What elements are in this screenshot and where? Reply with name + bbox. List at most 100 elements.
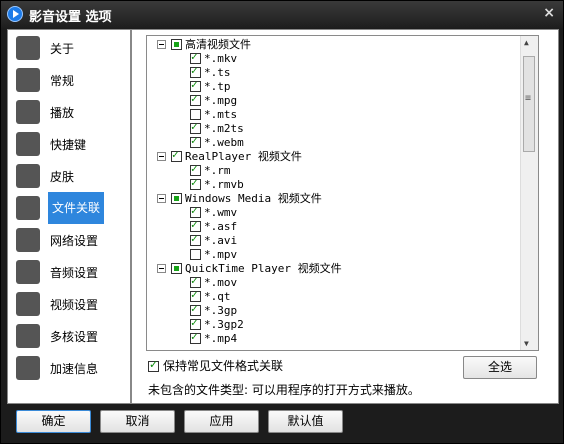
sidebar-item[interactable]: 加速信息 <box>8 352 132 384</box>
tree-checkbox[interactable] <box>190 204 201 218</box>
sidebar: 关于常规播放快捷键皮肤文件关联网络设置音频设置视频设置多核设置加速信息 <box>7 29 131 404</box>
sidebar-item-label: 快捷键 <box>50 138 87 152</box>
sidebar-item-label: 关于 <box>50 42 75 56</box>
select-all-button[interactable]: 全选 <box>463 356 537 379</box>
sidebar-item[interactable]: 关于 <box>8 32 132 64</box>
file-association-panel: ▲ ▼ 高清视频文件*.mkv*.ts*.tp*.mpg*.mts*.m2ts*… <box>131 29 559 404</box>
title-bar[interactable]: 影音设置 选项 × <box>1 1 563 28</box>
tree-checkbox[interactable] <box>171 148 182 162</box>
info-text: 未包含的文件类型: 可以用程序的打开方式来播放。 <box>148 383 420 397</box>
default-button[interactable]: 默认值 <box>268 410 343 433</box>
tree-checkbox[interactable] <box>190 64 201 78</box>
folder-icon <box>16 196 40 220</box>
network-icon <box>16 228 40 252</box>
options-dialog: 影音设置 选项 × 关于常规播放快捷键皮肤文件关联网络设置音频设置视频设置多核设… <box>0 0 564 444</box>
tree-label: *.m2ts <box>204 122 244 135</box>
sidebar-item-label: 播放 <box>50 106 75 120</box>
tree-label: RealPlayer 视频文件 <box>185 150 302 163</box>
collapse-icon[interactable] <box>157 40 166 49</box>
tree-checkbox[interactable] <box>190 288 201 302</box>
keyboard-icon <box>16 132 40 156</box>
tree-label: *.mts <box>204 108 238 121</box>
apply-button[interactable]: 应用 <box>184 410 259 433</box>
app-logo-icon <box>7 6 23 22</box>
audio-icon <box>16 260 40 284</box>
tree-label: *.mov <box>204 276 238 289</box>
sidebar-item-label: 网络设置 <box>50 234 99 248</box>
tree-label: *.3gp2 <box>204 318 244 331</box>
collapse-icon[interactable] <box>157 194 166 203</box>
tree-checkbox[interactable] <box>190 162 201 176</box>
tree-label: *.mkv <box>204 52 238 65</box>
tree-label: *.mp4 <box>204 332 238 345</box>
tree-label: *.avi <box>204 234 238 247</box>
tree-checkbox[interactable] <box>171 39 182 50</box>
ok-button[interactable]: 确定 <box>16 410 91 433</box>
window-title: 影音设置 选项 <box>29 10 112 25</box>
sidebar-item[interactable]: 播放 <box>8 96 132 128</box>
tree-checkbox[interactable] <box>190 232 201 246</box>
keep-association-checkbox[interactable] <box>148 358 159 372</box>
tree-checkbox[interactable] <box>190 120 201 134</box>
sidebar-item-label: 音频设置 <box>50 266 99 280</box>
tree-label: *.tp <box>204 80 231 93</box>
scroll-thumb[interactable] <box>523 56 535 152</box>
keep-association-label: 保持常见文件格式关联 <box>163 359 284 373</box>
sidebar-item[interactable]: 视频设置 <box>8 288 132 320</box>
tree-label: *.mpg <box>204 94 238 107</box>
shirt-icon <box>16 164 40 188</box>
tree-checkbox[interactable] <box>171 263 182 274</box>
sidebar-item[interactable]: 音频设置 <box>8 256 132 288</box>
tree-checkbox[interactable] <box>190 302 201 316</box>
sidebar-item[interactable]: 多核设置 <box>8 320 132 352</box>
boost-icon <box>16 356 40 380</box>
tree-checkbox[interactable] <box>190 330 201 344</box>
tree-label: *.webm <box>204 136 244 149</box>
sidebar-item[interactable]: 皮肤 <box>8 160 132 192</box>
tree-checkbox[interactable] <box>190 176 201 190</box>
cancel-button[interactable]: 取消 <box>100 410 175 433</box>
sidebar-item-label: 视频设置 <box>50 298 99 312</box>
tree-label: *.asf <box>204 220 238 233</box>
cpu-icon <box>16 324 40 348</box>
sidebar-item-label: 皮肤 <box>50 170 75 184</box>
tree-label: *.rm <box>204 164 231 177</box>
sidebar-item[interactable]: 网络设置 <box>8 224 132 256</box>
tree-scrollbar[interactable]: ▲ ▼ <box>520 36 538 350</box>
sidebar-item[interactable]: 快捷键 <box>8 128 132 160</box>
footer: 确定 取消 应用 默认值 <box>1 405 563 443</box>
about-icon <box>16 36 40 60</box>
tree-checkbox[interactable] <box>190 78 201 92</box>
collapse-icon[interactable] <box>157 264 166 273</box>
tree-label: *.3gp <box>204 304 238 317</box>
tree-checkbox[interactable] <box>190 218 201 232</box>
tree-checkbox[interactable] <box>190 249 201 260</box>
tree-checkbox[interactable] <box>190 50 201 64</box>
close-icon[interactable]: × <box>543 5 555 21</box>
tree-checkbox[interactable] <box>190 109 201 120</box>
sidebar-item-label: 文件关联 <box>48 192 104 224</box>
file-type-tree[interactable]: ▲ ▼ 高清视频文件*.mkv*.ts*.tp*.mpg*.mts*.m2ts*… <box>146 35 539 351</box>
sidebar-item[interactable]: 文件关联 <box>8 192 132 224</box>
tree-checkbox[interactable] <box>190 274 201 288</box>
tree-checkbox[interactable] <box>190 316 201 330</box>
tree-label: QuickTime Player 视频文件 <box>185 262 342 275</box>
tv-icon <box>16 292 40 316</box>
keep-association-option[interactable]: 保持常见文件格式关联 <box>148 357 283 374</box>
tree-label: *.qt <box>204 290 231 303</box>
gear-icon <box>16 68 40 92</box>
scroll-down-icon[interactable]: ▼ <box>524 339 529 348</box>
tree-label: *.mpv <box>204 248 238 261</box>
scroll-up-icon[interactable]: ▲ <box>524 38 529 47</box>
tree-label: *.ts <box>204 66 231 79</box>
tree-checkbox[interactable] <box>190 92 201 106</box>
tree-checkbox[interactable] <box>190 134 201 148</box>
tree-label: Windows Media 视频文件 <box>185 192 322 205</box>
collapse-icon[interactable] <box>157 152 166 161</box>
tree-label: *.rmvb <box>204 178 244 191</box>
sidebar-item-label: 加速信息 <box>50 362 99 376</box>
tree-checkbox[interactable] <box>171 193 182 204</box>
sidebar-item[interactable]: 常规 <box>8 64 132 96</box>
sidebar-item-label: 常规 <box>50 74 75 88</box>
tree-label: *.wmv <box>204 206 238 219</box>
